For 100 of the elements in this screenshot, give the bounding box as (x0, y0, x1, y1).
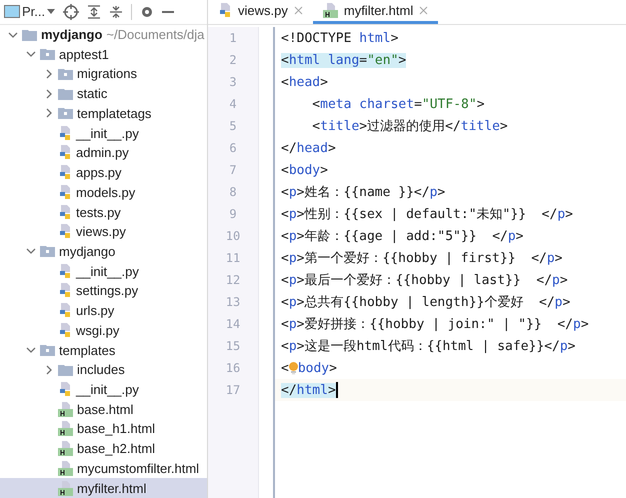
tree-item[interactable]: myfilter.html (0, 478, 207, 498)
tree-item[interactable]: migrations (0, 64, 207, 84)
python-file-icon (58, 264, 72, 279)
code-line: <p>爱好拼接：{{hobby | join:" | "}} </p> (281, 316, 589, 333)
line-number: 4 (228, 96, 238, 113)
editor-tab[interactable]: myfilter.html (312, 0, 438, 24)
collapse-all-icon[interactable] (109, 4, 124, 19)
chevron-down-icon[interactable] (26, 246, 36, 256)
python-file-icon (58, 303, 72, 318)
code-line: <p>这是一段html代码：{{html | safe}}</p> (281, 338, 576, 355)
line-number: 7 (228, 162, 238, 179)
chevron-down-icon[interactable] (8, 30, 18, 40)
chevron-right-icon[interactable] (44, 364, 54, 375)
line-number: 13 (224, 294, 242, 311)
line-number: 1 (228, 30, 238, 47)
line-number: 15 (224, 338, 242, 355)
tree-item[interactable]: base.html (0, 399, 207, 420)
chevron-right-icon[interactable] (44, 68, 54, 79)
code-line: <p>性别：{{sex | default:"未知"}} </p> (281, 206, 573, 223)
code-line: <meta charset="UTF-8"> (311, 96, 485, 112)
python-file-icon (58, 145, 72, 160)
tree-item[interactable]: __init__.py (0, 261, 207, 282)
tree-item[interactable]: tests.py (0, 202, 207, 222)
tree-item[interactable]: templatetags (0, 104, 207, 124)
code-line: <body> (281, 162, 328, 178)
html-file-icon (322, 3, 338, 18)
code-line: < body> (281, 360, 337, 376)
chevron-right-icon[interactable] (44, 88, 54, 99)
line-number: 12 (224, 272, 242, 289)
tree-item[interactable]: base_h2.html (0, 438, 207, 458)
tree-item[interactable]: mydjango (0, 242, 207, 262)
code-line: <p>第一个爱好：{{hobby | first}} </p> (281, 250, 562, 267)
caret-icon (47, 9, 56, 14)
line-number: 11 (224, 250, 242, 267)
expand-all-icon[interactable] (87, 4, 102, 19)
locate-icon[interactable] (63, 4, 80, 20)
chevron-down-icon[interactable] (26, 345, 36, 356)
tree-item[interactable]: settings.py (0, 281, 207, 301)
code-line: <!DOCTYPE html> (281, 30, 398, 46)
python-file-icon (58, 204, 72, 220)
settings-icon[interactable] (140, 4, 154, 19)
html-file-icon (58, 402, 73, 417)
tree-item[interactable]: includes (0, 360, 207, 380)
lightbulb-icon[interactable] (288, 362, 298, 374)
folder-icon (40, 245, 55, 258)
tree-item[interactable]: urls.py (0, 300, 207, 320)
tree-item[interactable]: base_h1.html (0, 419, 207, 439)
line-number: 8 (228, 184, 238, 201)
tree-item[interactable]: views.py (0, 222, 207, 242)
tree-item[interactable]: admin.py (0, 142, 207, 163)
close-icon[interactable] (419, 6, 428, 15)
line-number: 6 (228, 140, 238, 157)
html-file-icon (58, 441, 73, 456)
line-number: 3 (228, 74, 238, 91)
chevron-down-icon[interactable] (26, 49, 36, 60)
folder-icon (58, 88, 73, 100)
tree-item[interactable]: apptest1 (0, 44, 207, 64)
python-file-icon (58, 382, 72, 397)
folder-icon (58, 364, 73, 376)
close-icon[interactable] (294, 6, 303, 15)
code-line: <p>年龄：{{age | add:"5"}} </p> (281, 228, 524, 245)
tree-item[interactable]: templates (0, 340, 207, 360)
code-line: <title>过滤器的使用</title> (311, 118, 508, 135)
tree-item[interactable]: __init__.py (0, 123, 207, 143)
python-file-icon (58, 283, 72, 298)
code-line: </head> (281, 140, 336, 156)
code-line: <p>姓名：{{name }}</p> (281, 184, 446, 201)
python-file-icon (58, 224, 72, 240)
code-line: <p>总共有{{hobby | length}}个爱好 </p> (281, 294, 570, 311)
python-file-icon (58, 165, 72, 180)
editor-tab[interactable]: views.py (208, 0, 313, 24)
minimize-icon[interactable] (162, 10, 174, 13)
chevron-right-icon[interactable] (44, 108, 54, 118)
folder-icon (40, 344, 55, 356)
tree-item[interactable]: models.py (0, 182, 207, 202)
tree-item[interactable]: mydjango ~/Documents/dja (0, 24, 207, 44)
project-path: ~/Documents/dja (106, 27, 204, 42)
code-line: <head> (281, 74, 328, 90)
html-file-icon (58, 460, 73, 476)
python-file-icon (58, 322, 72, 338)
tree-item[interactable]: mycumstomfilter.html (0, 458, 207, 478)
python-file-icon (58, 126, 72, 141)
tree-item[interactable]: apps.py (0, 162, 207, 182)
line-number: 14 (224, 316, 242, 333)
line-number: 16 (224, 360, 242, 377)
folder-icon (58, 107, 73, 120)
folder-icon (40, 48, 55, 60)
line-number: 10 (224, 228, 242, 245)
tree-item[interactable]: wsgi.py (0, 320, 207, 340)
project-view-dropdown[interactable]: Pr... (4, 4, 56, 20)
tree-item[interactable]: static (0, 84, 207, 104)
line-number: 17 (224, 382, 242, 399)
python-file-icon (58, 184, 72, 200)
tree-item[interactable]: __init__.py (0, 380, 207, 400)
line-number: 2 (228, 52, 238, 69)
python-file-icon (218, 3, 232, 18)
folder-icon (22, 28, 37, 41)
folder-icon (58, 68, 73, 80)
code-line: <p>最后一个爱好：{{hobby | last}} </p> (281, 272, 568, 289)
line-number: 9 (228, 206, 238, 223)
